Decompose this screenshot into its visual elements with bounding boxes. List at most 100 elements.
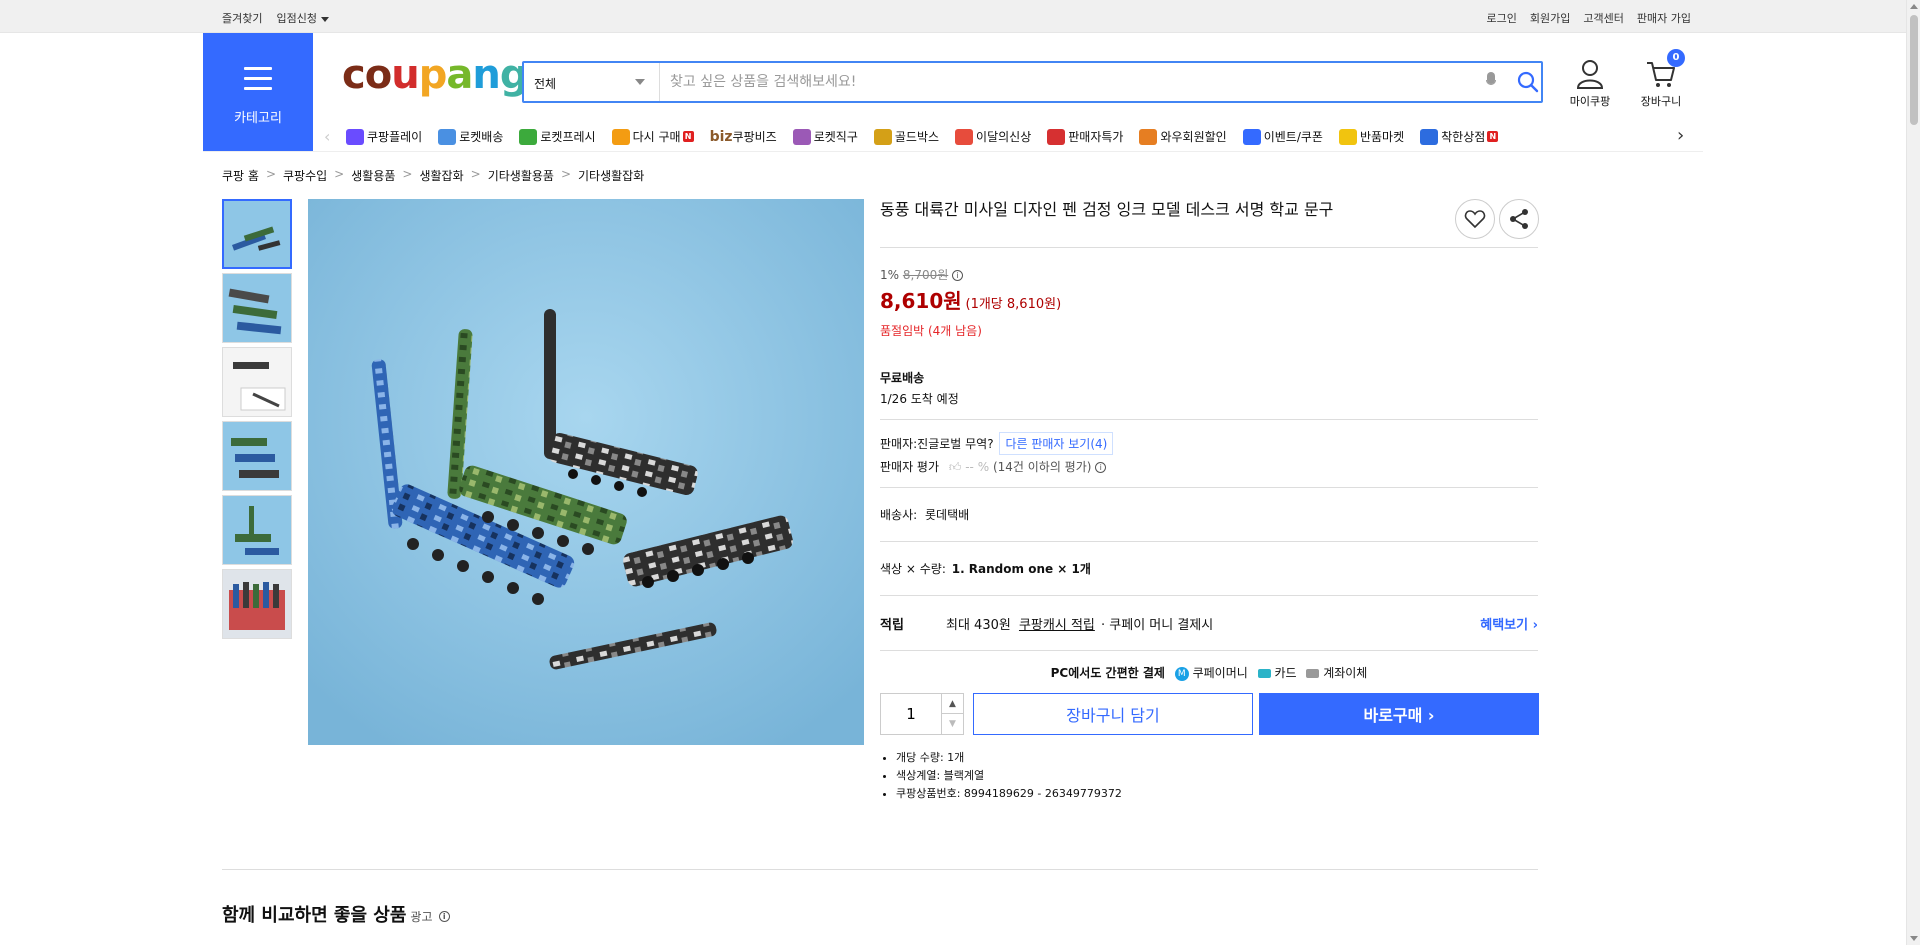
nav-item[interactable]: 골드박스 xyxy=(873,128,939,145)
my-coupang-button[interactable]: 마이쿠팡 xyxy=(1562,58,1618,109)
product-title: 동풍 대륙간 미사일 디자인 펜 검정 잉크 모델 데스크 서명 학교 문구 xyxy=(880,200,1334,219)
add-to-cart-button[interactable]: 장바구니 담기 xyxy=(973,693,1253,735)
thumbnail-1[interactable] xyxy=(222,199,292,269)
nav-item-label: 이벤트/쿠폰 xyxy=(1263,130,1323,144)
percent-icon xyxy=(1047,128,1066,145)
coupang-logo[interactable]: coupang xyxy=(342,52,528,98)
discount-rate: 1% xyxy=(880,268,900,282)
breadcrumb-item[interactable]: 생활잡화 xyxy=(419,167,463,184)
share-button[interactable] xyxy=(1499,199,1539,239)
seller-rating-row: 판매자 평가 👍︎ -- % (14건 이하의 평가) i xyxy=(880,458,1538,475)
nav-next-arrow-icon[interactable]: › xyxy=(1677,125,1684,146)
seller-name[interactable]: 진글로벌 무역? xyxy=(917,437,993,451)
page-scrollbar[interactable] xyxy=(1906,0,1920,945)
quantity-down-icon[interactable]: ▼ xyxy=(941,714,963,734)
logo-letter: a xyxy=(446,52,473,98)
search-category-select[interactable]: 전체 xyxy=(524,63,660,101)
original-price-row: 1% 8,700원 i xyxy=(880,266,1538,283)
seller-apply-link[interactable]: 입점신청 xyxy=(276,10,329,26)
nav-item[interactable]: 쿠팡플레이 xyxy=(346,128,422,145)
logo-letter: u xyxy=(391,52,420,98)
nav-item-label: 로켓프레시 xyxy=(540,130,596,144)
breadcrumb-item[interactable]: 쿠팡수입 xyxy=(283,167,327,184)
nav-item[interactable]: biz 쿠팡비즈 xyxy=(710,128,777,145)
wishlist-button[interactable] xyxy=(1455,199,1495,239)
nav-prev-arrow-icon[interactable]: ‹ xyxy=(324,127,330,146)
other-sellers-button[interactable]: 다른 판매자 보기(4) xyxy=(999,432,1114,455)
nav-item[interactable]: 이달의신상 xyxy=(955,128,1031,145)
thumbnail-6[interactable] xyxy=(222,569,292,639)
nav-item[interactable]: 반품마켓 xyxy=(1338,128,1404,145)
ad-label: 광고 xyxy=(410,910,433,924)
sale-price: 8,610원 xyxy=(880,289,962,313)
nav-item-label: 와우회원할인 xyxy=(1160,130,1227,144)
seller-divider xyxy=(880,487,1538,488)
nav-item-label: 로켓배송 xyxy=(459,130,504,144)
dropdown-arrow-icon xyxy=(635,79,645,85)
quantity-input[interactable] xyxy=(881,694,941,734)
breadcrumb-item[interactable]: 기타생활용품 xyxy=(488,167,554,184)
title-divider xyxy=(880,247,1538,248)
signup-link[interactable]: 회원가입 xyxy=(1530,10,1570,26)
cart-button[interactable]: 0 장바구니 xyxy=(1633,49,1689,109)
nav-item-label: 판매자특가 xyxy=(1068,130,1124,144)
seller-signup-link[interactable]: 판매자 가입 xyxy=(1637,10,1691,26)
info-icon[interactable]: i xyxy=(952,270,964,281)
new-badge: N xyxy=(682,131,694,142)
microphone-icon[interactable] xyxy=(1486,72,1496,90)
product-main-image[interactable] xyxy=(308,199,864,745)
nav-item[interactable]: 로켓배송 xyxy=(438,128,503,145)
buy-now-button[interactable]: 바로구매 › xyxy=(1259,693,1539,735)
top-utility-bar: 즐겨찾기 입점신청 로그인 회원가입 고객센터 판매자 가입 xyxy=(0,0,1906,33)
buy-now-label: 바로구매 xyxy=(1363,706,1423,725)
search-bar: 전체 xyxy=(522,61,1543,103)
quantity-up-icon[interactable]: ▲ xyxy=(941,694,963,714)
info-icon[interactable]: i xyxy=(1095,462,1107,473)
nav-item[interactable]: 와우회원할인 xyxy=(1139,128,1227,145)
customer-center-link[interactable]: 고객센터 xyxy=(1583,10,1623,26)
seller-rating-value: -- % xyxy=(965,460,990,474)
caret-down-icon xyxy=(320,16,329,22)
heart-icon xyxy=(1464,210,1486,229)
nav-item-label: 이달의신상 xyxy=(976,130,1032,144)
nav-item[interactable]: 이벤트/쿠폰 xyxy=(1242,128,1323,145)
nav-item[interactable]: 로켓직구 xyxy=(792,128,858,145)
thumbnail-4[interactable] xyxy=(222,421,292,491)
thumbnail-2[interactable] xyxy=(222,273,292,343)
coupon-icon xyxy=(1242,128,1261,145)
reward-row: 적립 최대 430원 쿠팡캐시 적립 · 쿠페이 머니 결제시 혜택보기 › xyxy=(880,614,1538,633)
card-icon xyxy=(1257,669,1271,678)
nav-item-label: 쿠팡비즈 xyxy=(732,130,777,144)
breadcrumb-item[interactable]: 기타생활잡화 xyxy=(578,167,644,184)
bank-icon xyxy=(1306,669,1320,678)
option-value[interactable]: 1. Random one × 1개 xyxy=(952,562,1091,576)
search-input[interactable] xyxy=(670,71,1450,93)
nav-item[interactable]: 로켓프레시 xyxy=(519,128,596,145)
coupang-cash-link[interactable]: 쿠팡캐시 적립 xyxy=(1019,618,1095,633)
scroll-down-arrow-icon[interactable] xyxy=(1910,936,1918,941)
category-menu-button[interactable]: 카테고리 xyxy=(203,33,313,152)
arrival-date: 1/26 도착 예정 xyxy=(880,392,959,406)
search-icon[interactable] xyxy=(1516,70,1540,94)
login-link[interactable]: 로그인 xyxy=(1487,10,1517,26)
nav-item[interactable]: 판매자특가 xyxy=(1047,128,1123,145)
breadcrumb-item[interactable]: 쿠팡 홈 xyxy=(222,167,259,184)
breadcrumb-item[interactable]: 생활용품 xyxy=(351,167,395,184)
info-icon[interactable]: i xyxy=(438,910,450,922)
nav-item-label: 다시 구매 xyxy=(632,130,681,144)
seller-rating-label: 판매자 평가 xyxy=(880,460,940,474)
thumbnail-5[interactable] xyxy=(222,495,292,565)
courier-label: 배송사: xyxy=(880,508,918,522)
nav-item[interactable]: 다시 구매 N xyxy=(611,128,694,145)
scroll-up-arrow-icon[interactable] xyxy=(1910,4,1918,9)
nav-item[interactable]: 착한상점 N xyxy=(1420,128,1499,145)
bookmark-link[interactable]: 즐겨찾기 xyxy=(222,10,262,26)
benefit-link[interactable]: 혜택보기 › xyxy=(1480,614,1538,633)
scrollbar-thumb[interactable] xyxy=(1910,15,1918,125)
header-divider xyxy=(203,151,1703,152)
option-label: 색상 × 수량: xyxy=(880,562,946,576)
shipping-divider xyxy=(880,419,1538,420)
logo-letter: o xyxy=(364,52,393,98)
wow-icon xyxy=(1139,128,1158,145)
thumbnail-3[interactable] xyxy=(222,347,292,417)
